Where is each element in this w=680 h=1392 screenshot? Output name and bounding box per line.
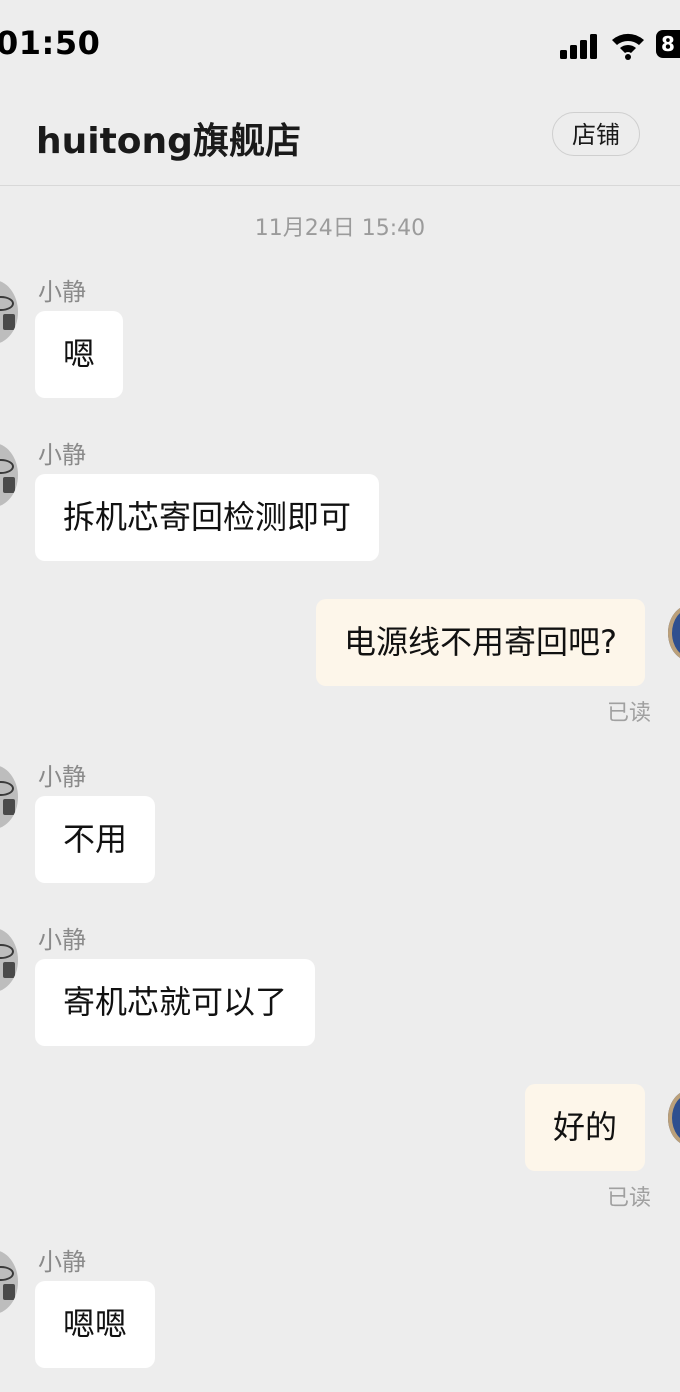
chat-timestamp: 11月24日 15:40 <box>254 216 426 241</box>
agent-avatar[interactable] <box>0 928 18 992</box>
agent-avatar[interactable] <box>0 765 18 829</box>
store-button[interactable]: 店铺 <box>552 112 640 156</box>
sender-name: 小静 <box>38 926 86 954</box>
sender-name: 小静 <box>38 1248 86 1276</box>
message-bubble-outgoing[interactable]: 电源线不用寄回吧? <box>316 599 645 686</box>
read-status: 已读 <box>606 1186 651 1211</box>
status-time: 01:50 <box>0 24 101 62</box>
message-bubble-incoming[interactable]: 寄机芯就可以了 <box>35 959 316 1046</box>
message-bubble-outgoing[interactable]: 好的 <box>524 1084 645 1171</box>
message-bubble-incoming[interactable]: 不用 <box>35 796 156 883</box>
agent-avatar[interactable] <box>0 1250 18 1314</box>
battery-level: 8 <box>661 32 675 56</box>
sender-name: 小静 <box>38 763 86 791</box>
agent-avatar[interactable] <box>0 443 18 507</box>
message-bubble-incoming[interactable]: 嗯嗯 <box>35 1281 156 1368</box>
user-avatar[interactable] <box>668 1090 680 1146</box>
agent-avatar[interactable] <box>0 280 18 344</box>
message-bubble-incoming[interactable]: 嗯 <box>35 311 124 398</box>
sender-name: 小静 <box>38 278 86 306</box>
read-status: 已读 <box>606 701 651 726</box>
status-bar: 01:50 8 <box>0 0 680 90</box>
wifi-icon <box>612 33 644 60</box>
sender-name: 小静 <box>38 441 86 469</box>
message-bubble-incoming[interactable]: 拆机芯寄回检测即可 <box>35 474 380 561</box>
chat-header: huitong旗舰店 店铺 <box>0 90 680 186</box>
chat-title: huitong旗舰店 <box>36 121 301 162</box>
battery-icon: 8 <box>656 30 680 58</box>
cellular-signal-icon <box>560 33 600 59</box>
user-avatar[interactable] <box>668 605 680 661</box>
